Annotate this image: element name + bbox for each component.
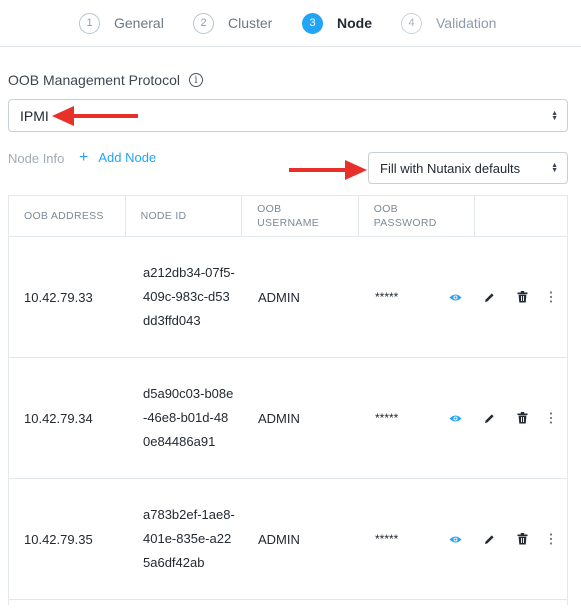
node-id-cell: d5a90c03-b08e-46e8-b01d-480e84486a91 (126, 358, 243, 478)
step-number: 3 (302, 12, 323, 34)
more-vertical-icon[interactable] (543, 410, 559, 426)
oob-address-cell: 10.42.79.33 (24, 289, 93, 305)
column-header-node-id[interactable]: NODE ID (126, 196, 243, 236)
oob-username-cell: ADMIN (258, 531, 300, 547)
pencil-icon[interactable] (481, 531, 497, 547)
node-id-cell: a783b2ef-1ae8-401e-835e-a225a6df42ab (126, 479, 243, 599)
node-id-text: a783b2ef-1ae8-401e-835e-a225a6df42ab (143, 507, 235, 570)
column-header-text: OOB PASSWORD (373, 203, 437, 229)
more-vertical-icon[interactable] (543, 289, 559, 305)
step-label: General (114, 15, 164, 31)
eye-icon[interactable] (447, 531, 463, 547)
select-chevron-icon: ▲ ▼ (551, 162, 558, 174)
annotation-arrow-ipmi (52, 106, 138, 126)
step-number: 2 (193, 12, 214, 34)
eye-icon[interactable] (447, 410, 463, 426)
add-node-label: Add Node (98, 150, 157, 165)
row-actions (444, 358, 559, 478)
column-header-oob-password[interactable]: OOB PASSWORD (359, 196, 476, 236)
trash-icon[interactable] (514, 289, 530, 305)
plus-icon: + (79, 148, 89, 166)
add-node-button[interactable]: + Add Node (79, 148, 157, 166)
oob-username-cell: ADMIN (258, 289, 300, 305)
step-label: Node (337, 15, 372, 31)
oob-protocol-value: IPMI (20, 107, 49, 124)
oob-address-cell: 10.42.79.35 (24, 531, 93, 547)
step-number: 1 (79, 12, 100, 34)
eye-icon[interactable] (447, 289, 463, 305)
step-number: 4 (401, 12, 422, 34)
pencil-icon[interactable] (481, 289, 497, 305)
table-header: OOB ADDRESS NODE ID OOB USERNAME OOB PAS… (9, 196, 567, 237)
select-chevron-icon: ▲ ▼ (551, 109, 558, 122)
oob-username-cell: ADMIN (258, 410, 300, 426)
node-id-cell: a212db34-07f5-409c-983c-d53dd3ffd043 (126, 237, 243, 357)
node-id-text: d5a90c03-b08e-46e8-b01d-480e84486a91 (143, 386, 234, 449)
trash-icon[interactable] (514, 531, 530, 547)
table-row: 10.42.79.34 d5a90c03-b08e-46e8-b01d-480e… (9, 358, 567, 479)
column-header-text: OOB USERNAME (257, 203, 320, 229)
step-validation[interactable]: 4 Validation (401, 12, 496, 34)
fill-defaults-select[interactable]: Fill with Nutanix defaults ▲ ▼ (368, 152, 568, 184)
node-info-label: Node Info (8, 151, 65, 166)
table-row: 10.42.79.33 a212db34-07f5-409c-983c-d53d… (9, 237, 567, 358)
node-id-text: a212db34-07f5-409c-983c-d53dd3ffd043 (143, 265, 235, 328)
oob-protocol-label-text: OOB Management Protocol (8, 72, 180, 88)
step-label: Validation (436, 15, 497, 31)
step-label: Cluster (228, 15, 273, 31)
oob-address-cell: 10.42.79.34 (24, 410, 93, 426)
annotation-arrow-defaults (289, 160, 367, 180)
column-header-oob-username[interactable]: OOB USERNAME (242, 196, 359, 236)
fill-defaults-value: Fill with Nutanix defaults (380, 160, 521, 176)
more-vertical-icon[interactable] (543, 531, 559, 547)
step-node[interactable]: 3 Node (302, 12, 372, 34)
step-cluster[interactable]: 2 Cluster (193, 12, 272, 34)
column-header-oob-address[interactable]: OOB ADDRESS (9, 196, 126, 236)
table-row: 10.42.79.35 a783b2ef-1ae8-401e-835e-a225… (9, 479, 567, 600)
node-table: OOB ADDRESS NODE ID OOB USERNAME OOB PAS… (8, 195, 568, 605)
row-actions (444, 479, 559, 599)
wizard-steps: 1 General 2 Cluster 3 Node 4 Validation (0, 0, 581, 47)
pencil-icon[interactable] (481, 410, 497, 426)
info-icon[interactable]: i (188, 73, 203, 87)
step-general[interactable]: 1 General (79, 12, 164, 34)
oob-protocol-label: OOB Management Protocol i (8, 72, 203, 88)
column-header-actions (475, 196, 567, 236)
trash-icon[interactable] (514, 410, 530, 426)
row-actions (444, 237, 559, 357)
